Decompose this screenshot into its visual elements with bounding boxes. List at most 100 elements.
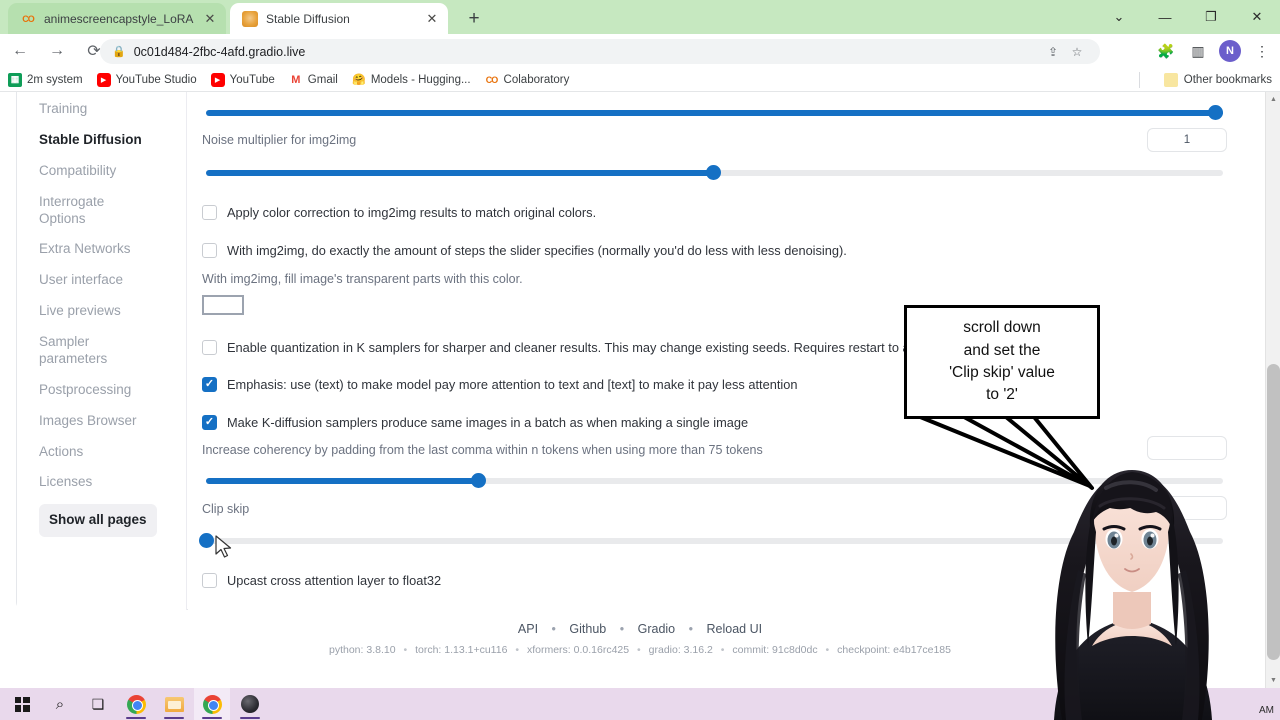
separator: •: [825, 644, 830, 656]
slider-top[interactable]: [198, 104, 1231, 122]
taskbar-chrome-2[interactable]: [194, 688, 230, 720]
fill-color-swatch[interactable]: [202, 295, 244, 315]
sidebar-item-stable-diffusion[interactable]: Stable Diffusion: [17, 125, 186, 156]
show-all-pages-button[interactable]: Show all pages: [39, 504, 157, 538]
screen: CO animescreencapstyle_LoRA.ipynb ✕ Stab…: [0, 0, 1280, 720]
separator: •: [403, 644, 408, 656]
sidebar-item-actions[interactable]: Actions: [17, 437, 186, 468]
callout-line-3: 'Clip skip' value: [949, 364, 1055, 381]
checkbox-box[interactable]: [202, 205, 217, 220]
checkbox-quantization[interactable]: Enable quantization in K samplers for sh…: [202, 340, 936, 355]
sidebar-item-training[interactable]: Training: [17, 94, 186, 125]
close-icon[interactable]: ✕: [202, 11, 218, 27]
checkbox-label: With img2img, do exactly the amount of s…: [227, 243, 847, 258]
taskbar-browser-dark[interactable]: [232, 688, 268, 720]
window-controls: ⌄ — ❐ ✕: [1096, 0, 1280, 34]
bookmark-colaboratory[interactable]: CO Colaboratory: [485, 73, 570, 87]
share-icon[interactable]: ⇪: [1042, 41, 1064, 63]
bookmark-2m-system[interactable]: ▦ 2m system: [8, 72, 83, 87]
checkbox-box[interactable]: [202, 415, 217, 430]
browser-tab-colab[interactable]: CO animescreencapstyle_LoRA.ipynb ✕: [8, 3, 226, 34]
forward-icon[interactable]: →: [40, 34, 74, 68]
sidebar-item-postprocessing[interactable]: Postprocessing: [17, 375, 186, 406]
slider-fill: [206, 478, 479, 484]
version-python: python: 3.8.10: [329, 644, 396, 656]
sidebar-item-licenses[interactable]: Licenses: [17, 467, 186, 498]
sidebar-item-sampler-parameters[interactable]: Sampler parameters: [17, 327, 107, 375]
clip-skip-value-input[interactable]: [1147, 496, 1227, 520]
callout-line-2: and set the: [963, 341, 1041, 359]
task-view-button[interactable]: ❏: [80, 688, 116, 720]
checkbox-box[interactable]: [202, 377, 217, 392]
reload-ui-link[interactable]: Reload UI: [707, 622, 763, 636]
side-panel-icon[interactable]: ▥: [1184, 37, 1212, 65]
slider-thumb[interactable]: [471, 473, 486, 488]
extensions-icon[interactable]: 🧩: [1152, 37, 1180, 65]
active-indicator: [164, 717, 184, 719]
youtube-icon: ▶: [210, 72, 225, 87]
scrollbar-thumb[interactable]: [1267, 364, 1280, 660]
checkbox-color-correction[interactable]: Apply color correction to img2img result…: [202, 205, 596, 220]
checkbox-upcast-cross-attention[interactable]: Upcast cross attention layer to float32: [202, 573, 441, 588]
taskbar-clock[interactable]: AM: [1259, 705, 1274, 716]
separator: •: [619, 622, 625, 636]
browser-tab-stable-diffusion[interactable]: Stable Diffusion ✕: [230, 3, 448, 34]
explorer-icon: [164, 696, 184, 712]
fill-color-label: With img2img, fill image's transparent p…: [202, 272, 523, 286]
minimize-icon[interactable]: —: [1142, 0, 1188, 34]
close-icon[interactable]: ✕: [424, 11, 440, 27]
sidebar-item-images-browser[interactable]: Images Browser: [17, 406, 186, 437]
bookmark-star-icon[interactable]: ☆: [1066, 41, 1088, 63]
bookmark-label: Colaboratory: [503, 73, 570, 86]
checkbox-kdiffusion-batch[interactable]: Make K-diffusion samplers produce same i…: [202, 415, 748, 430]
github-link[interactable]: Github: [569, 622, 606, 636]
api-link[interactable]: API: [518, 622, 538, 636]
chevron-down-icon[interactable]: ⌄: [1096, 0, 1142, 34]
address-bar[interactable]: 🔒 0c01d484-2fbc-4afd.gradio.live ⇪ ☆: [100, 39, 1100, 64]
maximize-icon[interactable]: ❐: [1188, 0, 1234, 34]
clip-skip-slider[interactable]: [198, 532, 1231, 550]
slider-thumb[interactable]: [706, 165, 721, 180]
youtube-icon: ▶: [96, 72, 111, 87]
other-bookmarks-button[interactable]: Other bookmarks: [1163, 72, 1272, 87]
bookmark-youtube-studio[interactable]: ▶ YouTube Studio: [96, 72, 197, 87]
sidebar-item-interrogate-options[interactable]: Interrogate Options: [17, 187, 107, 235]
version-gradio: gradio: 3.16.2: [648, 644, 713, 656]
windows-taskbar: ⌕ ❏ AM: [0, 688, 1280, 720]
back-icon[interactable]: ←: [3, 34, 37, 68]
sidebar-item-compatibility[interactable]: Compatibility: [17, 156, 186, 187]
padding-slider[interactable]: [198, 472, 1231, 490]
settings-sidebar: Training Stable Diffusion Compatibility …: [17, 92, 187, 610]
bookmark-gmail[interactable]: M Gmail: [289, 73, 338, 87]
taskbar-chrome-1[interactable]: [118, 688, 154, 720]
taskbar-file-explorer[interactable]: [156, 688, 192, 720]
noise-multiplier-slider[interactable]: [198, 164, 1231, 182]
slider-thumb[interactable]: [199, 533, 214, 548]
padding-value-input[interactable]: [1147, 436, 1227, 460]
checkbox-emphasis[interactable]: Emphasis: use (text) to make model pay m…: [202, 377, 797, 392]
menu-icon[interactable]: ⋮: [1248, 37, 1276, 65]
gradio-link[interactable]: Gradio: [638, 622, 676, 636]
mouse-cursor: [215, 535, 232, 558]
page-scrollbar[interactable]: ▲ ▼: [1265, 92, 1280, 688]
close-window-icon[interactable]: ✕: [1234, 0, 1280, 34]
bookmark-youtube[interactable]: ▶ YouTube: [210, 72, 275, 87]
sidebar-item-extra-networks[interactable]: Extra Networks: [17, 234, 186, 265]
new-tab-button[interactable]: +: [460, 6, 488, 32]
checkbox-box[interactable]: [202, 573, 217, 588]
scroll-down-icon[interactable]: ▼: [1266, 673, 1280, 688]
checkbox-box[interactable]: [202, 340, 217, 355]
search-button[interactable]: ⌕: [42, 688, 78, 720]
scroll-up-icon[interactable]: ▲: [1266, 92, 1280, 107]
version-checkpoint: checkpoint: e4b17ce185: [837, 644, 951, 656]
checkbox-box[interactable]: [202, 243, 217, 258]
checkbox-exact-steps[interactable]: With img2img, do exactly the amount of s…: [202, 243, 847, 258]
avatar[interactable]: N: [1216, 37, 1244, 65]
sidebar-item-user-interface[interactable]: User interface: [17, 265, 186, 296]
slider-thumb[interactable]: [1208, 105, 1223, 120]
noise-multiplier-value-input[interactable]: 1: [1147, 128, 1227, 152]
sidebar-item-live-previews[interactable]: Live previews: [17, 296, 186, 327]
clip-skip-label: Clip skip: [202, 502, 250, 516]
start-button[interactable]: [4, 688, 40, 720]
bookmark-models-huggingface[interactable]: 🤗 Models - Hugging...: [352, 73, 471, 87]
